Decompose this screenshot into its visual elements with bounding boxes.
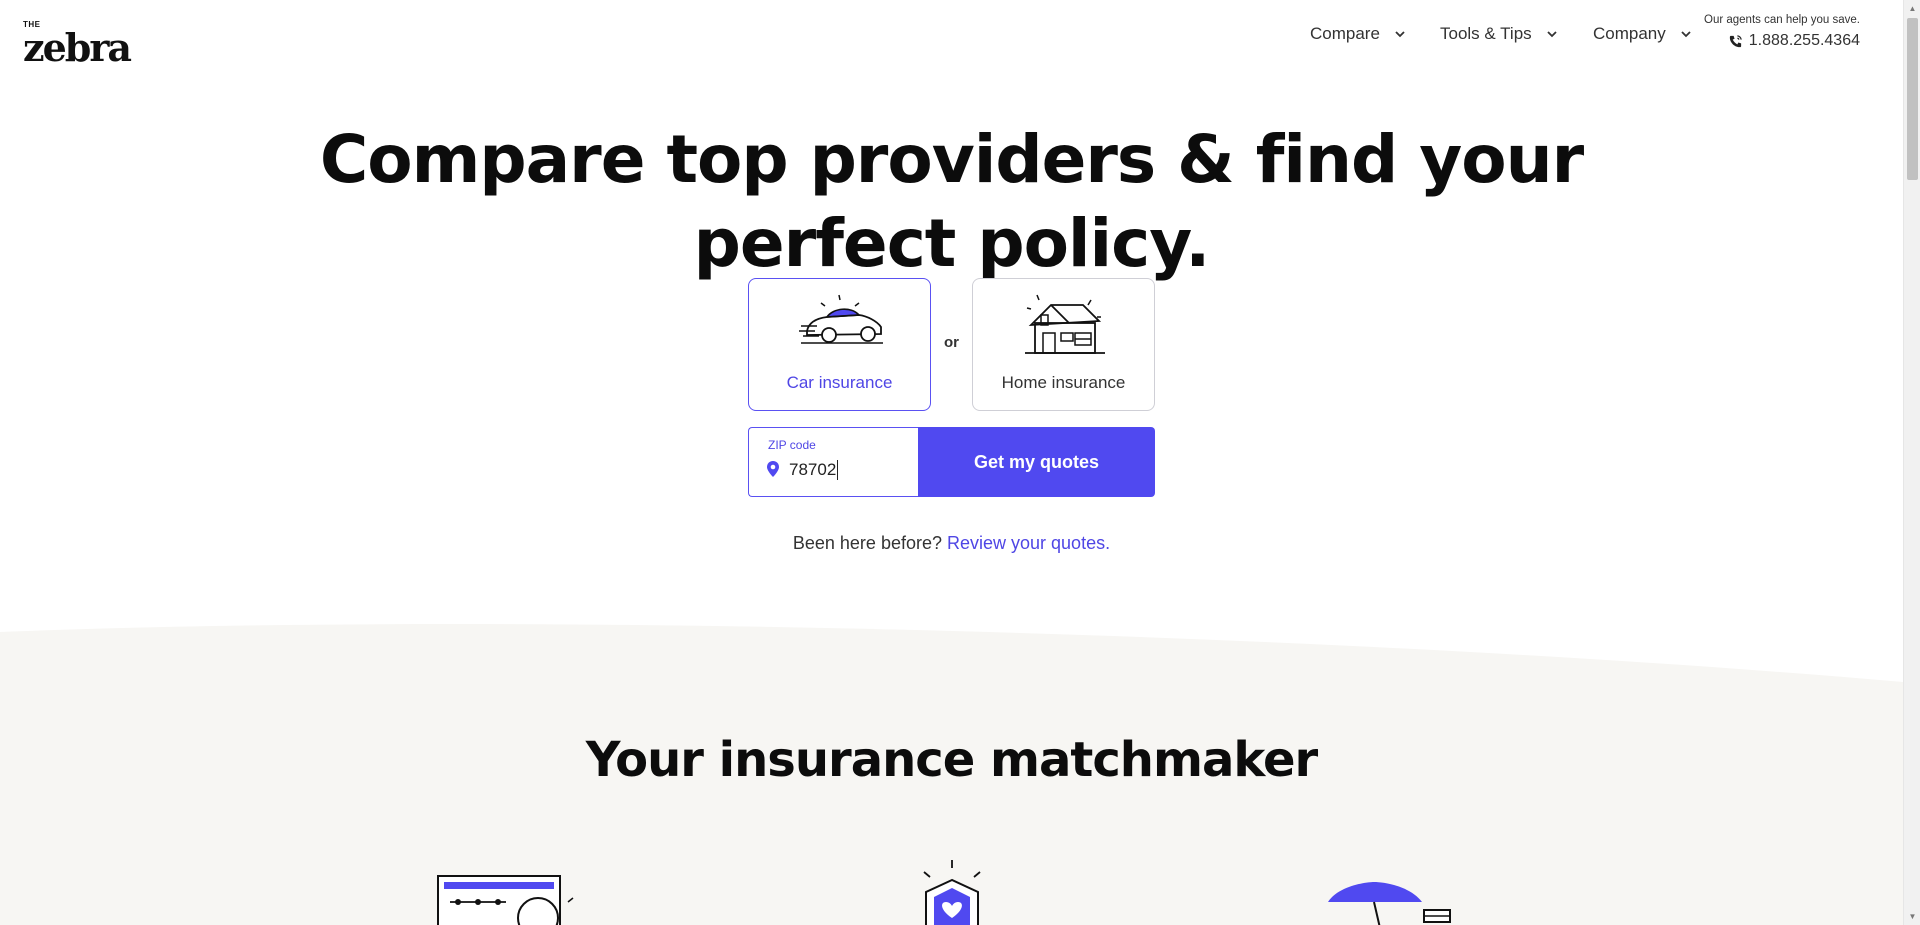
zip-code-field[interactable]: ZIP code 78702: [748, 427, 918, 497]
logo-wordmark: zebra: [23, 25, 132, 70]
nav-compare-label: Compare: [1310, 24, 1380, 43]
scroll-up-arrow-icon[interactable]: ▲: [1904, 0, 1920, 17]
hero-title-line2: perfect policy.: [693, 205, 1211, 282]
car-insurance-card[interactable]: Car insurance: [748, 278, 931, 411]
get-my-quotes-button[interactable]: Get my quotes: [918, 427, 1155, 497]
hero-title: Compare top providers & find your perfec…: [0, 118, 1903, 286]
nav-compare[interactable]: Compare: [1310, 24, 1406, 44]
hero-title-line1: Compare top providers & find your: [319, 121, 1584, 198]
nav-tools-tips[interactable]: Tools & Tips: [1440, 24, 1558, 44]
chevron-down-icon: [1547, 31, 1557, 38]
site-header: THE zebra Compare Tools & Tips Company O…: [0, 0, 1903, 70]
agents-note: Our agents can help you save.: [1704, 14, 1860, 26]
car-insurance-label: Car insurance: [786, 373, 893, 392]
nav-company[interactable]: Company: [1593, 24, 1692, 44]
house-icon: [1025, 294, 1105, 354]
zebra-logo[interactable]: THE zebra: [23, 18, 133, 68]
phone-icon: [1729, 34, 1742, 47]
zip-code-label: ZIP code: [768, 438, 816, 452]
location-pin-icon: [767, 461, 779, 477]
shield-heart-icon: [923, 860, 981, 925]
review-your-quotes-link[interactable]: Review your quotes: [947, 533, 1105, 553]
nav-company-label: Company: [1593, 24, 1666, 43]
phone-link[interactable]: 1.888.255.4364: [1704, 32, 1860, 50]
comparison-illustration-icon: [437, 875, 574, 925]
chevron-down-icon: [1681, 31, 1691, 38]
chevron-down-icon: [1395, 31, 1405, 38]
beach-umbrella-icon: [1328, 882, 1451, 925]
returning-prefix: Been here before?: [792, 533, 947, 553]
contact-block: Our agents can help you save. 1.888.255.…: [1704, 14, 1860, 50]
scrollbar-thumb[interactable]: [1907, 18, 1918, 180]
page-scrollbar[interactable]: ▲ ▼: [1903, 0, 1920, 925]
section-title: Your insurance matchmaker: [585, 732, 1318, 788]
home-insurance-label: Home insurance: [1001, 373, 1126, 392]
scroll-down-arrow-icon[interactable]: ▼: [1904, 908, 1920, 925]
zip-code-input[interactable]: 78702: [789, 460, 839, 480]
nav-tools-tips-label: Tools & Tips: [1440, 24, 1532, 43]
or-separator: or: [944, 334, 959, 351]
returning-user-text: Been here before? Review your quotes.: [0, 533, 1903, 554]
phone-number: 1.888.255.4364: [1748, 32, 1860, 49]
car-icon: [799, 294, 883, 344]
home-insurance-card[interactable]: Home insurance: [972, 278, 1155, 411]
returning-suffix: .: [1105, 533, 1111, 553]
